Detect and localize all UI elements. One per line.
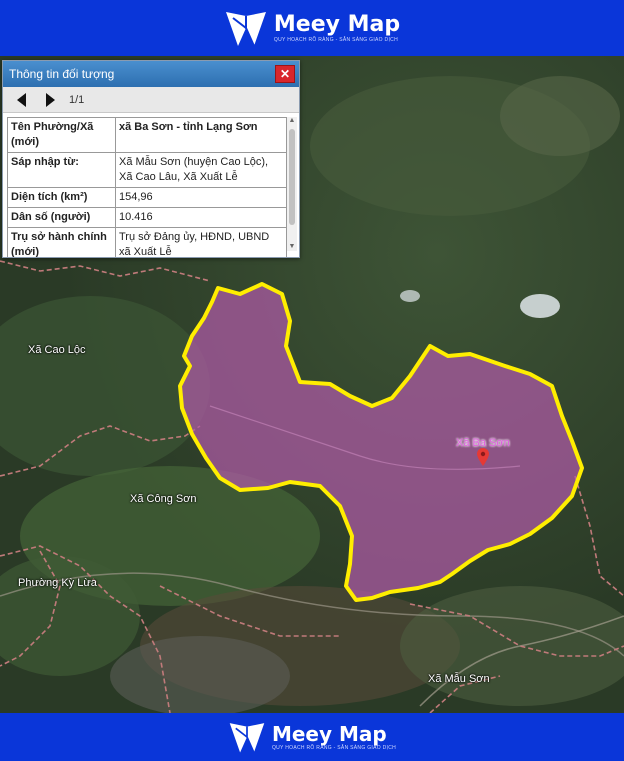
- popup-header: Thông tin đối tượng ✕: [3, 61, 299, 87]
- top-brand-bar: Meey Map QUY HOẠCH RÕ RÀNG - SẴN SÀNG GI…: [0, 0, 624, 56]
- info-table: Tên Phường/Xã (mới) xã Ba Sơn - tỉnh Lạn…: [7, 117, 287, 257]
- bottom-brand-bar: Meey Map QUY HOẠCH RÕ RÀNG - SẴN SÀNG GI…: [0, 713, 624, 761]
- row-key: Dân số (người): [7, 207, 116, 228]
- scroll-up-icon[interactable]: ▲: [288, 117, 296, 125]
- scroll-thumb[interactable]: [289, 129, 295, 225]
- label-mau-son: Xã Mẫu Sơn: [428, 673, 490, 685]
- brand-name: Meey Map: [273, 12, 401, 37]
- brand-tagline: QUY HOẠCH RÕ RÀNG - SẴN SÀNG GIAO DỊCH: [273, 37, 398, 43]
- brand-logo-bottom[interactable]: Meey Map QUY HOẠCH RÕ RÀNG - SẴN SÀNG GI…: [228, 718, 396, 756]
- label-ky-lua: Phường Kỳ Lừa: [18, 577, 97, 589]
- row-value: Trụ sở Đảng ủy, HĐND, UBND xã Xuất Lễ: [115, 227, 287, 257]
- object-info-popup: Thông tin đối tượng ✕ 1/1 Tên Phường/Xã …: [2, 60, 300, 258]
- row-key: Tên Phường/Xã (mới): [7, 117, 116, 153]
- popup-title: Thông tin đối tượng: [9, 67, 115, 81]
- close-button[interactable]: ✕: [275, 65, 295, 83]
- table-row: Dân số (người) 10.416: [7, 207, 287, 228]
- meey-logo-icon: [225, 12, 266, 47]
- row-value: Xã Mẫu Sơn (huyện Cao Lộc), Xã Cao Lâu, …: [115, 152, 287, 188]
- label-cong-son: Xã Công Sơn: [130, 493, 197, 505]
- table-row: Tên Phường/Xã (mới) xã Ba Sơn - tỉnh Lạn…: [7, 117, 287, 153]
- row-key: Diện tích (km²): [7, 187, 116, 208]
- brand-tagline-bottom: QUY HOẠCH RÕ RÀNG - SẴN SÀNG GIAO DỊCH: [271, 745, 397, 751]
- prev-button[interactable]: [13, 91, 31, 109]
- table-row: Trụ sở hành chính (mới) Trụ sở Đảng ủy, …: [7, 227, 287, 257]
- brand-logo[interactable]: Meey Map QUY HOẠCH RÕ RÀNG - SẴN SÀNG GI…: [224, 6, 400, 50]
- row-value: 10.416: [115, 207, 287, 228]
- popup-body[interactable]: Tên Phường/Xã (mới) xã Ba Sơn - tỉnh Lạn…: [3, 113, 299, 257]
- meey-logo-icon: [229, 723, 265, 753]
- table-row: Sáp nhập từ: Xã Mẫu Sơn (huyện Cao Lộc),…: [7, 152, 287, 188]
- label-cao-loc: Xã Cao Lộc: [28, 344, 86, 356]
- row-key: Trụ sở hành chính (mới): [7, 227, 116, 257]
- chevron-right-icon: [46, 92, 55, 107]
- pager-count: 1/1: [69, 93, 85, 106]
- popup-pager: 1/1: [3, 87, 299, 113]
- location-pin-icon[interactable]: [477, 448, 489, 466]
- chevron-left-icon: [17, 92, 26, 107]
- next-button[interactable]: [41, 91, 59, 109]
- scroll-down-icon[interactable]: ▼: [288, 243, 296, 251]
- row-key: Sáp nhập từ:: [7, 152, 116, 188]
- app-root: Meey Map QUY HOẠCH RÕ RÀNG - SẴN SÀNG GI…: [0, 0, 624, 761]
- brand-name-bottom: Meey Map: [271, 722, 387, 746]
- row-value: 154,96: [115, 187, 287, 208]
- table-row: Diện tích (km²) 154,96: [7, 187, 287, 208]
- popup-scrollbar[interactable]: ▲ ▼: [287, 117, 297, 251]
- row-value: xã Ba Sơn - tỉnh Lạng Sơn: [115, 117, 287, 153]
- close-icon: ✕: [279, 67, 291, 81]
